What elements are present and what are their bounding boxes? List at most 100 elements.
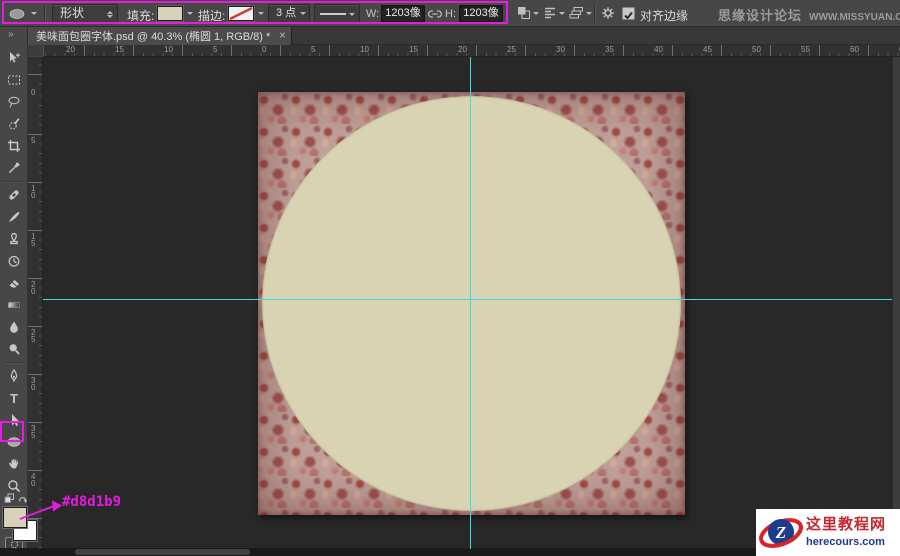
annotation-foreground-hex-label: #d8d1b9	[62, 494, 122, 510]
missyuan-watermark: 思缘设计论坛 WWW.MISSYUAN.COM	[718, 5, 900, 25]
path-alignment-dropdown-arrow[interactable]	[559, 12, 565, 18]
dodge-icon	[9, 344, 20, 355]
history-brush-icon	[8, 255, 20, 267]
top-ruler[interactable]: 201510505101520253035404550556065	[28, 45, 900, 57]
site-name: 这里教程网	[806, 516, 887, 533]
align-edges-checkbox[interactable]	[622, 7, 635, 20]
marquee-icon	[8, 75, 20, 85]
ruler-origin-box[interactable]	[28, 45, 44, 57]
vertical-scrollbar[interactable]	[892, 57, 900, 548]
tools-panel-collapse[interactable]: »	[0, 27, 28, 45]
top-ruler-label: 30	[556, 45, 565, 54]
left-ruler-label: 35	[31, 424, 36, 440]
horizontal-guide[interactable]	[43, 299, 892, 300]
quick-selection-icon	[9, 118, 20, 130]
tool-dodge[interactable]	[0, 338, 28, 360]
tool-history-brush[interactable]	[0, 250, 28, 272]
left-ruler[interactable]: 05101520253035404550	[28, 57, 43, 549]
tool-blur[interactable]	[0, 316, 28, 338]
tool-move[interactable]	[0, 47, 28, 69]
stroke-dropdown-arrow[interactable]	[258, 12, 264, 18]
tool-mode-select[interactable]: 形状	[52, 4, 118, 23]
path-arrangement-dropdown-arrow[interactable]	[586, 12, 592, 18]
path-alignment-icon[interactable]	[543, 6, 557, 20]
tool-clone-stamp[interactable]	[0, 228, 28, 250]
eraser-icon	[9, 280, 19, 288]
check-icon	[624, 11, 633, 20]
gear-icon[interactable]	[601, 6, 615, 20]
link-dimensions-icon[interactable]	[428, 9, 442, 19]
vertical-guide[interactable]	[470, 57, 471, 549]
left-ruler-label: 20	[31, 280, 36, 296]
tool-gradient[interactable]	[0, 294, 28, 316]
tool-crop[interactable]	[0, 135, 28, 157]
document-tab[interactable]: 美味面包圈字体.psd @ 40.3% (椭圆 1, RGB/8) * ×	[28, 27, 292, 45]
toolbar-divider	[3, 362, 24, 363]
tool-preset-button[interactable]	[8, 7, 26, 25]
fill-label: 填充:	[127, 9, 155, 23]
tool-eraser[interactable]	[0, 272, 28, 294]
path-operations-icon[interactable]	[517, 6, 531, 20]
top-ruler-label: 60	[850, 45, 859, 54]
document-canvas[interactable]	[258, 92, 685, 515]
move-icon	[10, 52, 20, 63]
top-ruler-label: 5	[311, 45, 316, 54]
lasso-icon	[8, 96, 20, 108]
shape-height-input[interactable]: 1203像	[459, 5, 503, 22]
crop-icon	[8, 140, 20, 152]
top-ruler-label: 15	[115, 45, 124, 54]
pen-icon	[10, 369, 18, 382]
stroke-type-dropdown-arrow	[349, 13, 355, 19]
top-ruler-label: 20	[66, 45, 75, 54]
width-label: W:	[366, 8, 380, 20]
gradient-icon	[8, 302, 20, 308]
type-tool-icon: T	[10, 390, 18, 406]
align-edges-label: 对齐边缘	[640, 9, 689, 23]
hand-icon	[9, 458, 19, 469]
top-ruler-label: 35	[605, 45, 614, 54]
separator	[594, 4, 595, 23]
left-ruler-label: 5	[31, 136, 36, 145]
tool-eyedropper[interactable]	[0, 157, 28, 179]
tool-hand[interactable]	[0, 453, 28, 475]
stroke-color-swatch[interactable]	[228, 6, 254, 21]
tool-type[interactable]: T	[0, 387, 28, 409]
tab-bar: » 美味面包圈字体.psd @ 40.3% (椭圆 1, RGB/8) * ×	[0, 27, 900, 45]
horizontal-scrollbar-thumb[interactable]	[75, 549, 250, 555]
shape-width-input[interactable]: 1203像	[381, 5, 425, 22]
annotation-ellipse-tool-highlight	[0, 421, 24, 442]
fill-color-swatch[interactable]	[157, 6, 183, 21]
tool-quick-selection[interactable]	[0, 113, 28, 135]
toolbar: T	[0, 45, 37, 556]
mode-updown-arrows	[107, 8, 113, 21]
herecours-logo-icon: Z	[759, 518, 803, 548]
toolbar-divider	[3, 181, 24, 182]
left-ruler-label: 25	[31, 328, 36, 344]
zoom-icon	[8, 480, 21, 493]
herecours-logo: Z 这里教程网 herecours.com	[756, 509, 900, 556]
site-url: herecours.com	[806, 536, 885, 548]
svg-text:Z: Z	[775, 523, 786, 542]
fill-dropdown-arrow[interactable]	[187, 12, 193, 18]
top-ruler-label: 10	[360, 45, 369, 54]
height-label: H:	[445, 8, 456, 20]
path-operations-dropdown-arrow[interactable]	[533, 12, 539, 18]
stroke-type-select[interactable]	[314, 4, 360, 23]
default-colors-icon[interactable]	[4, 493, 15, 504]
left-ruler-label: 10	[31, 184, 36, 200]
stroke-width-dropdown-arrow[interactable]	[300, 12, 306, 18]
options-bar: 形状 填充: 描边: 3 点 W: 1203像 H: 1203像 对齐边缘 思缘…	[0, 0, 900, 27]
separator	[44, 4, 45, 23]
top-ruler-label: 15	[409, 45, 418, 54]
tool-brush[interactable]	[0, 206, 28, 228]
tool-lasso[interactable]	[0, 91, 28, 113]
tool-spot-healing-brush[interactable]	[0, 184, 28, 206]
path-arrangement-icon[interactable]	[569, 6, 584, 20]
tool-pen[interactable]	[0, 365, 28, 387]
left-ruler-label: 30	[31, 376, 36, 392]
top-ruler-label: 0	[262, 45, 267, 54]
tab-close-icon[interactable]: ×	[279, 28, 286, 42]
solid-line-icon	[320, 13, 346, 15]
tool-preset-dropdown-arrow[interactable]	[31, 12, 37, 18]
tool-rectangular-marquee[interactable]	[0, 69, 28, 91]
